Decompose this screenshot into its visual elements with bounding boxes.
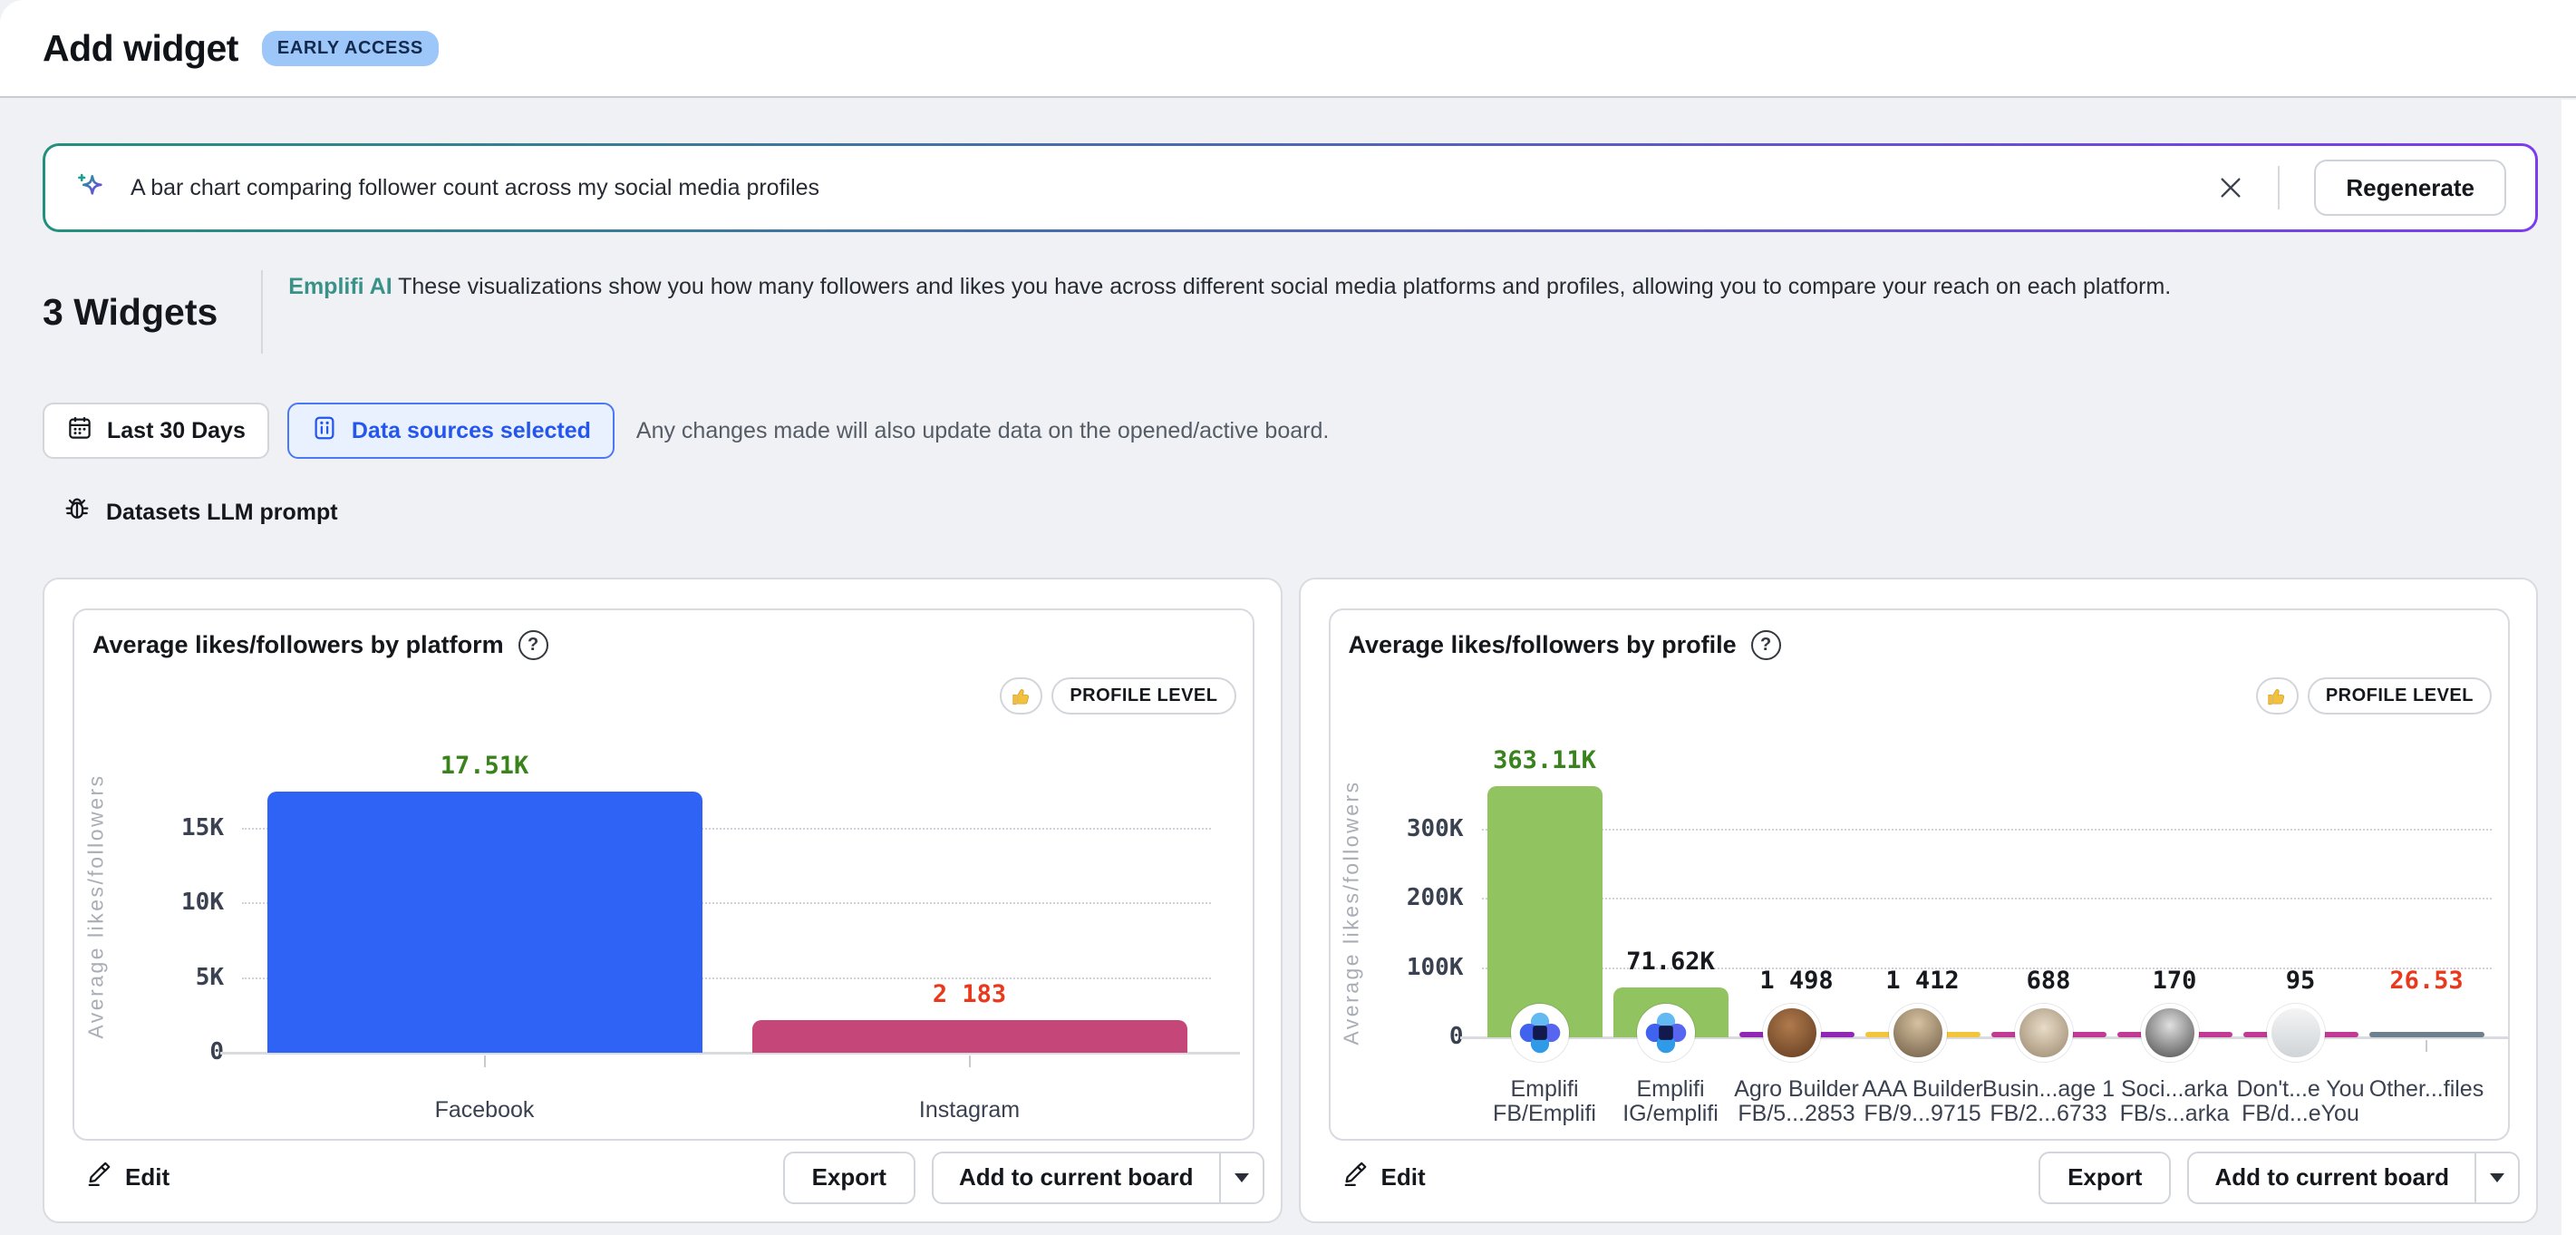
badge-row: PROFILE LEVEL — [2256, 677, 2492, 715]
early-access-badge: EARLY ACCESS — [262, 31, 439, 66]
x-axis-label: Other...files — [2335, 1077, 2511, 1102]
edit-label: Edit — [1381, 1163, 1426, 1191]
profile-avatar — [1763, 1004, 1821, 1062]
footer-actions: Export Add to current board — [2039, 1152, 2520, 1204]
page-header: Add widget EARLY ACCESS — [0, 0, 2576, 98]
date-range-label: Last 30 Days — [107, 418, 246, 444]
chevron-down-icon — [1235, 1173, 1249, 1182]
help-icon[interactable]: ? — [518, 630, 548, 660]
footer-actions: Export Add to current board — [783, 1152, 1264, 1204]
regenerate-button[interactable]: Regenerate — [2314, 160, 2506, 216]
y-axis-tick-label: 0 — [1329, 1023, 1464, 1050]
data-sources-button[interactable]: Data sources selected — [287, 403, 615, 459]
widget-card-profile: Average likes/followers by profile ? PRO… — [1299, 578, 2539, 1223]
add-to-board-button[interactable]: Add to current board — [2189, 1153, 2474, 1202]
thumbs-up-badge[interactable] — [1000, 677, 1042, 715]
x-axis-label: Facebook — [213, 1098, 756, 1123]
bar-value-label: 363.11K — [1427, 746, 1662, 774]
datasets-llm-prompt-link[interactable]: Datasets LLM prompt — [43, 495, 2538, 530]
chart-bar[interactable] — [1487, 786, 1603, 1037]
export-button[interactable]: Export — [2039, 1152, 2171, 1204]
profile-avatar — [1889, 1004, 1947, 1062]
calendar-icon — [66, 414, 93, 448]
bar-value-label: 17.51K — [367, 752, 603, 780]
gridline — [1482, 898, 2492, 900]
ai-description-text: These visualizations show you how many f… — [392, 274, 2172, 299]
emplifi-logo-avatar — [1511, 1004, 1569, 1062]
profile-level-badge: PROFILE LEVEL — [2308, 677, 2492, 715]
edit-button[interactable]: Edit — [1342, 1161, 1426, 1194]
x-axis-tick — [969, 1055, 971, 1067]
profile-avatar — [2267, 1004, 2325, 1062]
widget-card-platform: Average likes/followers by platform ? PR… — [43, 578, 1283, 1223]
y-axis-tick-label: 300K — [1329, 815, 1464, 842]
filters-note: Any changes made will also update data o… — [636, 418, 1329, 444]
data-sources-label: Data sources selected — [352, 418, 591, 444]
widget-cards: Average likes/followers by platform ? PR… — [43, 578, 2538, 1223]
chart-title-row: Average likes/followers by profile ? — [1349, 630, 1781, 660]
add-to-board-menu-button[interactable] — [2474, 1153, 2518, 1202]
profile-avatar — [2141, 1004, 2199, 1062]
datasets-llm-prompt-label: Datasets LLM prompt — [106, 500, 338, 526]
chart-bar[interactable] — [267, 792, 702, 1053]
filters-row: Last 30 Days Data sources selected Any c… — [43, 403, 2538, 459]
widget-preview-profile: Average likes/followers by profile ? PRO… — [1329, 608, 2511, 1141]
x-axis-label: Instagram — [698, 1098, 1241, 1123]
date-range-button[interactable]: Last 30 Days — [43, 403, 269, 459]
prompt-input[interactable]: A bar chart comparing follower count acr… — [43, 143, 2538, 232]
y-axis-tick-label: 15K — [73, 814, 224, 841]
prompt-divider — [2278, 166, 2280, 209]
badge-row: PROFILE LEVEL — [1000, 677, 1235, 715]
pencil-icon — [86, 1161, 113, 1194]
close-icon[interactable] — [2216, 173, 2245, 202]
data-sources-icon — [311, 414, 338, 448]
chart-title: Average likes/followers by profile — [1349, 631, 1737, 659]
profile-avatar — [2015, 1004, 2073, 1062]
page-title: Add widget — [43, 27, 238, 70]
bar-value-label: 26.53 — [2309, 967, 2510, 995]
emplifi-ai-label: Emplifi AI — [288, 274, 392, 299]
bar-value-label: 2 183 — [852, 980, 1088, 1008]
widget-count: 3 Widgets — [43, 291, 218, 334]
y-axis-tick-label: 0 — [73, 1038, 224, 1065]
export-button[interactable]: Export — [783, 1152, 915, 1204]
edit-button[interactable]: Edit — [86, 1161, 169, 1194]
y-axis-tick-label: 10K — [73, 889, 224, 916]
content: A bar chart comparing follower count acr… — [0, 143, 2576, 1223]
add-to-board-split-button: Add to current board — [932, 1152, 1264, 1204]
summary-divider — [261, 270, 263, 354]
chart-title-row: Average likes/followers by platform ? — [92, 630, 548, 660]
edit-label: Edit — [125, 1163, 169, 1191]
widgets-summary: 3 Widgets Emplifi AI These visualization… — [43, 270, 2538, 354]
ai-description: Emplifi AI These visualizations show you… — [288, 270, 2171, 354]
x-axis-tick — [2426, 1040, 2427, 1052]
prompt-text[interactable]: A bar chart comparing follower count acr… — [131, 175, 2216, 201]
gridline — [1482, 829, 2492, 831]
profile-level-badge: PROFILE LEVEL — [1051, 677, 1235, 715]
ai-sparkle-icon — [74, 170, 109, 205]
help-icon[interactable]: ? — [1751, 630, 1781, 660]
pencil-icon — [1342, 1161, 1370, 1194]
widget-preview-platform: Average likes/followers by platform ? PR… — [73, 608, 1254, 1141]
chart-bar[interactable] — [2369, 1032, 2484, 1037]
chevron-down-icon — [2490, 1173, 2504, 1182]
add-to-board-split-button: Add to current board — [2187, 1152, 2520, 1204]
y-axis-tick-label: 100K — [1329, 954, 1464, 981]
chart-title: Average likes/followers by platform — [92, 631, 504, 659]
card-footer: Edit Export Add to current board — [1301, 1141, 2537, 1221]
y-axis-tick-label: 5K — [73, 964, 224, 991]
thumbs-up-badge[interactable] — [2256, 677, 2299, 715]
chart-bar[interactable] — [752, 1020, 1187, 1053]
card-footer: Edit Export Add to current board — [44, 1141, 1281, 1221]
bug-icon — [63, 495, 92, 530]
add-to-board-button[interactable]: Add to current board — [934, 1153, 1219, 1202]
add-to-board-menu-button[interactable] — [1219, 1153, 1263, 1202]
y-axis-tick-label: 200K — [1329, 884, 1464, 911]
x-axis-tick — [484, 1055, 486, 1067]
emplifi-logo-avatar — [1637, 1004, 1695, 1062]
